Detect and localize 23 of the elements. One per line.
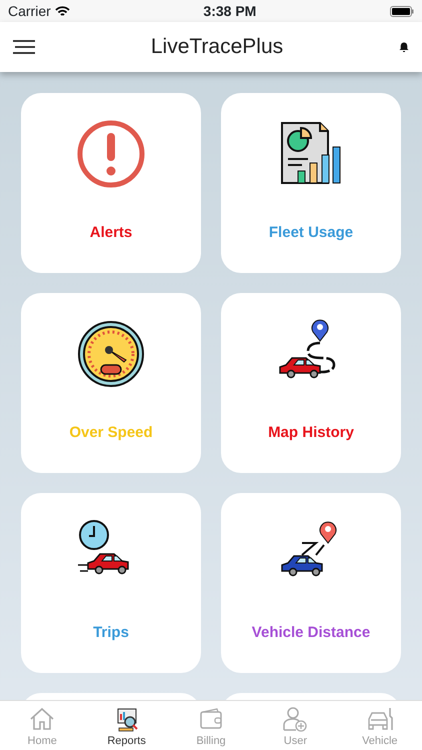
alert-icon — [76, 119, 146, 189]
clock-text: 3:38 PM — [203, 2, 256, 20]
user-add-icon — [281, 705, 310, 733]
tab-item[interactable]: Home — [0, 701, 84, 750]
tab-item[interactable]: Reports — [84, 701, 169, 750]
menu-tile[interactable]: Trips — [21, 493, 201, 673]
tab-item[interactable]: Vehicle — [338, 701, 422, 750]
menu-tile[interactable]: Over Speed — [21, 293, 201, 473]
app-title: LiveTracePlus — [150, 34, 284, 60]
speedometer-icon — [76, 319, 146, 389]
tab-item[interactable]: Billing — [168, 701, 254, 750]
menu-tile[interactable]: Map History — [221, 293, 401, 473]
menu-tile[interactable]: Fleet Usage — [221, 93, 401, 273]
carrier-text: Carrier — [8, 2, 51, 20]
menu-tile[interactable]: Vehicle Distance — [221, 493, 401, 673]
menu-tile[interactable]: Alerts — [21, 93, 201, 273]
tab-item[interactable]: User — [253, 701, 338, 750]
battery-icon — [390, 6, 414, 16]
car-wrench-icon — [366, 705, 394, 733]
menu-icon[interactable] — [12, 40, 36, 54]
home-icon — [28, 705, 56, 733]
wifi-icon — [54, 6, 70, 16]
bell-icon[interactable] — [398, 41, 410, 53]
